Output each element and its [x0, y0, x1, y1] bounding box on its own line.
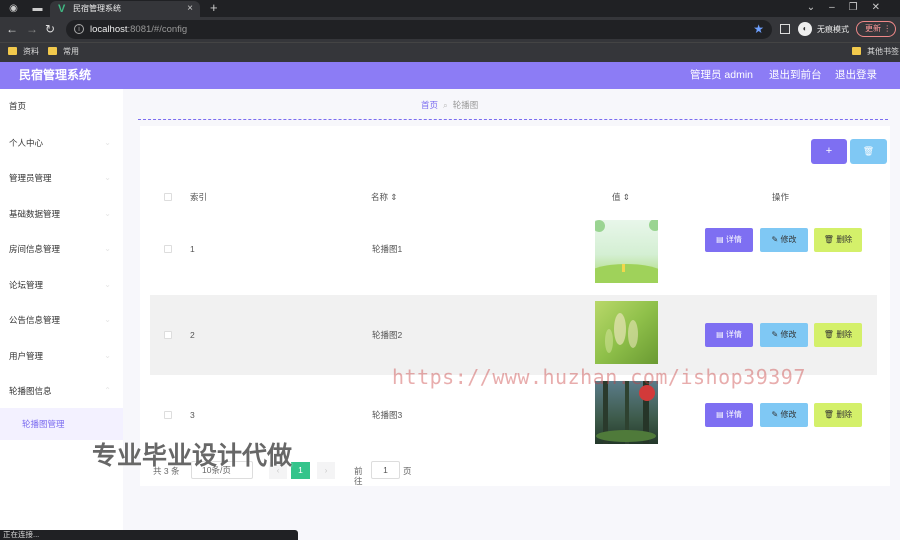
other-bookmarks[interactable]: 其他书签 — [852, 47, 899, 57]
row-index: 2 — [190, 330, 195, 340]
back-icon[interactable]: ← — [6, 23, 18, 35]
row-index: 3 — [190, 410, 195, 420]
front-link[interactable]: 退出到前台 — [769, 69, 822, 81]
sidebar-item-users[interactable]: 用户管理 ⌄ — [0, 341, 123, 371]
browser-toolbar: ← → ↻ i localhost:8081/#/config ★ ◐ 无痕模式… — [0, 17, 900, 42]
column-header-value[interactable]: 值 ⇕ — [612, 192, 630, 202]
divider — [138, 119, 888, 120]
row-checkbox[interactable] — [164, 411, 172, 419]
table-row: 2 轮播图2 ▤ 详情 ✎ 修改 🗑 删除 — [150, 295, 877, 375]
folder-icon — [8, 47, 17, 55]
sidebar-item-rooms[interactable]: 房间信息管理 ⌄ — [0, 234, 123, 264]
tab-title: 民宿管理系统 — [73, 4, 121, 13]
browser-tab[interactable]: V 民宿管理系统 × — [50, 1, 200, 17]
goto-page-input[interactable]: 1 — [371, 461, 400, 479]
address-bar[interactable]: i localhost:8081/#/config ★ — [66, 20, 772, 39]
app-title: 民宿管理系统 — [19, 68, 92, 82]
page-unit-label: 页 — [403, 466, 412, 476]
sidebar-subitem-carousel-manage[interactable]: 轮播图管理 — [0, 408, 123, 440]
row-name: 轮播图3 — [372, 410, 403, 420]
breadcrumb: 首页 ⌕ 轮播图 — [421, 100, 478, 110]
page-number-button[interactable]: 1 — [291, 462, 310, 479]
goto-label: 前往 — [354, 466, 363, 486]
row-name: 轮播图2 — [372, 330, 403, 340]
edit-button[interactable]: ✎ 修改 — [760, 323, 808, 347]
chevron-down-icon: ⌄ — [104, 280, 111, 289]
folder-icon — [852, 47, 861, 55]
chevron-down-icon: ⌄ — [104, 351, 111, 360]
column-header-index: 索引 — [190, 192, 208, 202]
globe-icon[interactable]: ◉ — [8, 3, 19, 14]
chevron-up-icon: ⌃ — [104, 386, 111, 395]
bookmark-item[interactable]: 资料 — [8, 47, 39, 57]
column-header-actions: 操作 — [772, 192, 790, 202]
row-checkbox[interactable] — [164, 245, 172, 253]
edit-button[interactable]: ✎ 修改 — [760, 228, 808, 252]
breadcrumb-home[interactable]: 首页 — [421, 100, 438, 110]
table-card: + 🗑 索引 名称 ⇕ 值 ⇕ 操作 1 轮播图1 ▤ 详情 ✎ 修改 🗑 删除 — [140, 126, 890, 486]
edit-button[interactable]: ✎ 修改 — [760, 403, 808, 427]
delete-button[interactable]: 🗑 删除 — [814, 323, 862, 347]
chevron-down-icon: ⌄ — [104, 244, 111, 253]
delete-button[interactable]: 🗑 删除 — [814, 228, 862, 252]
browser-status-bar: 正在连接... — [0, 530, 298, 540]
reload-icon[interactable]: ↻ — [45, 23, 55, 35]
chevron-down-icon: ⌄ — [104, 315, 111, 324]
table-row: 1 轮播图1 ▤ 详情 ✎ 修改 🗑 删除 — [150, 215, 877, 295]
delete-button[interactable]: 🗑 删除 — [814, 403, 862, 427]
side-panel-icon[interactable] — [780, 24, 790, 34]
batch-delete-button[interactable]: 🗑 — [850, 139, 887, 164]
update-button[interactable]: 更新 ⋮ — [856, 21, 896, 37]
forest-image — [595, 381, 658, 444]
next-page-button[interactable]: › — [317, 462, 335, 479]
sidebar-item-notices[interactable]: 公告信息管理 ⌄ — [0, 305, 123, 335]
vue-logo-icon: V — [58, 3, 66, 15]
row-name: 轮播图1 — [372, 244, 403, 254]
status-text: 正在连接... — [3, 530, 40, 539]
chevron-down-icon: ⌄ — [104, 209, 111, 218]
sidebar-item-basic-data[interactable]: 基础数据管理 ⌄ — [0, 199, 123, 229]
bookmarks-bar: 资料 常用 其他书签 — [0, 42, 900, 62]
forward-icon[interactable]: → — [26, 23, 38, 35]
detail-button[interactable]: ▤ 详情 — [705, 228, 753, 252]
add-button[interactable]: + — [811, 139, 847, 164]
chevron-down-icon: ⌄ — [104, 138, 111, 147]
green-blur-image — [595, 301, 658, 364]
watermark-text: 专业毕业设计代做 — [92, 442, 293, 470]
window-controls[interactable]: ⌄–❐✕ — [807, 2, 894, 14]
sidebar-item-home[interactable]: 首页 — [0, 91, 123, 121]
info-icon[interactable]: i — [74, 24, 84, 34]
detail-button[interactable]: ▤ 详情 — [705, 323, 753, 347]
new-tab-icon[interactable]: + — [210, 1, 218, 15]
url-text: localhost:8081/#/config — [90, 24, 188, 35]
row-checkbox[interactable] — [164, 331, 172, 339]
close-icon[interactable]: × — [187, 3, 193, 14]
tab-list-icon[interactable]: ▬ — [32, 3, 43, 14]
incognito-icon: ◐ — [798, 22, 812, 36]
column-header-name[interactable]: 名称 ⇕ — [371, 192, 397, 202]
sidebar: 首页 个人中心 ⌄ 管理员管理 ⌄ 基础数据管理 ⌄ 房间信息管理 ⌄ 论坛管理 ⌄ 公告… — [0, 89, 123, 540]
user-label: 管理员 admin — [690, 69, 754, 81]
browser-tab-strip: ◉ ▬ V 民宿管理系统 × + ⌄–❐✕ — [0, 0, 900, 17]
watermark-url: https://www.huzhan.com/ishop39397 — [392, 365, 806, 389]
star-icon[interactable]: ★ — [753, 22, 764, 36]
trash-icon: 🗑 — [862, 146, 875, 156]
meadow-image — [595, 220, 658, 283]
sidebar-item-admins[interactable]: 管理员管理 ⌄ — [0, 163, 123, 193]
chevron-down-icon: ⌄ — [104, 173, 111, 182]
breadcrumb-separator-icon: ⌕ — [443, 100, 448, 110]
row-index: 1 — [190, 244, 195, 254]
folder-icon — [48, 47, 57, 55]
sidebar-item-profile[interactable]: 个人中心 ⌄ — [0, 128, 123, 158]
main-content: 首页 ⌕ 轮播图 + 🗑 索引 名称 ⇕ 值 ⇕ 操作 1 轮播图1 ▤ 详情 ✎ … — [123, 89, 900, 540]
select-all-checkbox[interactable] — [164, 193, 172, 201]
sidebar-item-carousel[interactable]: 轮播图信息 ⌃ — [0, 376, 123, 406]
incognito-label: 无痕模式 — [817, 25, 849, 34]
breadcrumb-current: 轮播图 — [452, 100, 479, 110]
bookmark-item[interactable]: 常用 — [48, 47, 79, 57]
sidebar-item-forum[interactable]: 论坛管理 ⌄ — [0, 270, 123, 300]
detail-button[interactable]: ▤ 详情 — [705, 403, 753, 427]
app-header: 民宿管理系统 管理员 admin 退出到前台 退出登录 — [0, 62, 900, 89]
logout-link[interactable]: 退出登录 — [835, 69, 877, 81]
